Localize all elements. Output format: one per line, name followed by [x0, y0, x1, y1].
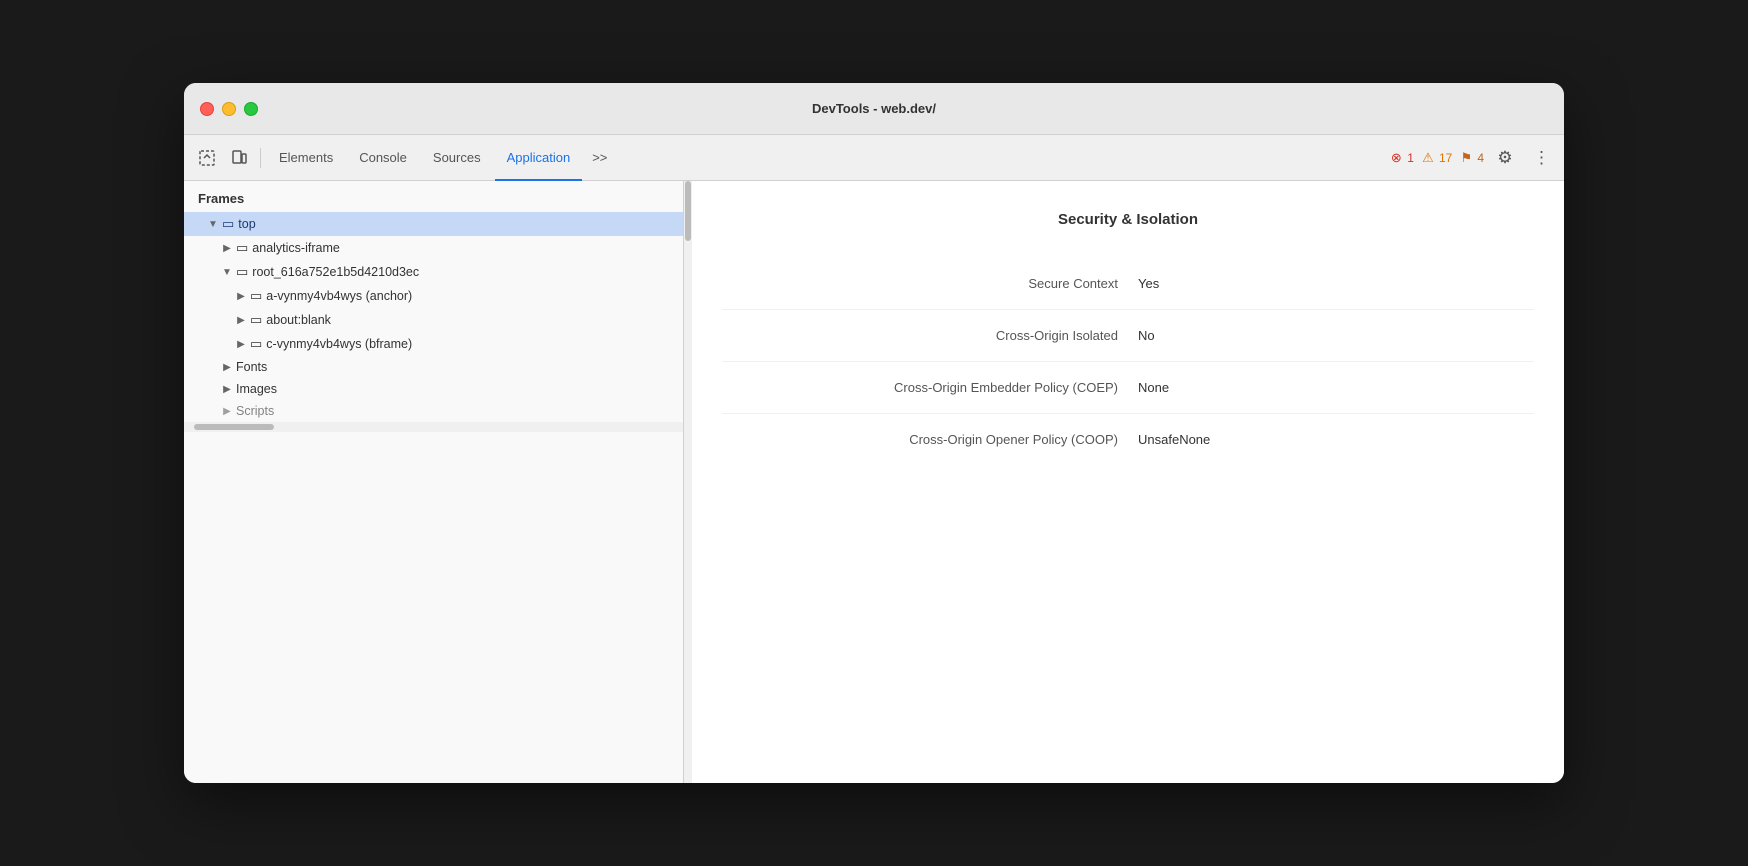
sidebar-item-about-blank[interactable]: ▶ ▭ about:blank — [184, 308, 683, 332]
sidebar-section-frames: Frames — [184, 181, 683, 212]
devtools-window: DevTools - web.dev/ Elements Console Sou… — [184, 83, 1564, 783]
arrow-right-icon: ▶ — [220, 243, 234, 254]
tab-sources[interactable]: Sources — [421, 135, 493, 181]
info-label-cross-origin-isolated: Cross-Origin Isolated — [742, 328, 1138, 343]
maximize-button[interactable] — [244, 102, 258, 116]
sidebar-item-c-vynmy4vb4wys[interactable]: ▶ ▭ c-vynmy4vb4wys (bframe) — [184, 332, 683, 356]
minimize-button[interactable] — [222, 102, 236, 116]
info-value-coop: UnsafeNone — [1138, 432, 1514, 447]
horizontal-scrollbar[interactable] — [184, 422, 683, 432]
device-toolbar-button[interactable] — [224, 143, 254, 173]
inspect-element-button[interactable] — [192, 143, 222, 173]
error-icon: ⊗ — [1388, 150, 1404, 166]
sidebar: Frames ▼ ▭ top ▶ ▭ analytics-iframe ▼ ▭ … — [184, 181, 684, 783]
info-value-coep: None — [1138, 380, 1514, 395]
settings-button[interactable]: ⚙ — [1490, 143, 1520, 173]
arrow-down-icon: ▼ — [220, 267, 234, 278]
sidebar-scrollbar[interactable] — [684, 181, 692, 783]
main-content: Security & Isolation Secure Context Yes … — [692, 181, 1564, 783]
arrow-right-icon: ▶ — [234, 339, 248, 350]
info-row-cross-origin-isolated: Cross-Origin Isolated No — [722, 310, 1534, 362]
arrow-right-icon: ▶ — [234, 291, 248, 302]
arrow-right-icon: ▶ — [220, 406, 234, 417]
sidebar-item-scripts[interactable]: ▶ Scripts — [184, 400, 683, 422]
sidebar-item-analytics-iframe[interactable]: ▶ ▭ analytics-iframe — [184, 236, 683, 260]
sidebar-item-images[interactable]: ▶ Images — [184, 378, 683, 400]
close-button[interactable] — [200, 102, 214, 116]
info-row-coep: Cross-Origin Embedder Policy (COEP) None — [722, 362, 1534, 414]
frame-icon: ▭ — [250, 288, 262, 304]
tab-elements[interactable]: Elements — [267, 135, 345, 181]
info-row-secure-context: Secure Context Yes — [722, 258, 1534, 310]
warning-icon: ⚠ — [1420, 150, 1436, 166]
sidebar-item-fonts[interactable]: ▶ Fonts — [184, 356, 683, 378]
info-value-secure-context: Yes — [1138, 276, 1514, 291]
info-badge[interactable]: ⚑ 4 — [1458, 150, 1484, 166]
frame-icon: ▭ — [250, 312, 262, 328]
tab-console[interactable]: Console — [347, 135, 419, 181]
content-area: Frames ▼ ▭ top ▶ ▭ analytics-iframe ▼ ▭ … — [184, 181, 1564, 783]
more-tabs-button[interactable]: >> — [584, 135, 615, 181]
sidebar-item-a-vynmy4vb4wys[interactable]: ▶ ▭ a-vynmy4vb4wys (anchor) — [184, 284, 683, 308]
frame-icon: ▭ — [250, 336, 262, 352]
frame-icon: ▭ — [236, 264, 248, 280]
tab-application[interactable]: Application — [495, 135, 583, 181]
info-label-secure-context: Secure Context — [742, 276, 1138, 291]
title-bar: DevTools - web.dev/ — [184, 83, 1564, 135]
arrow-right-icon: ▶ — [220, 384, 234, 395]
info-label-coop: Cross-Origin Opener Policy (COOP) — [742, 432, 1138, 447]
sidebar-item-top[interactable]: ▼ ▭ top — [184, 212, 683, 236]
sidebar-item-root[interactable]: ▼ ▭ root_616a752e1b5d4210d3ec — [184, 260, 683, 284]
frame-icon: ▭ — [236, 240, 248, 256]
info-label-coep: Cross-Origin Embedder Policy (COEP) — [742, 380, 1138, 395]
error-badge[interactable]: ⊗ 1 — [1388, 150, 1414, 166]
toolbar-divider — [260, 148, 261, 168]
frame-icon: ▭ — [222, 216, 234, 232]
traffic-lights — [200, 102, 258, 116]
arrow-right-icon: ▶ — [220, 362, 234, 373]
more-options-button[interactable]: ⋮ — [1526, 143, 1556, 173]
info-icon: ⚑ — [1458, 150, 1474, 166]
warning-badge[interactable]: ⚠ 17 — [1420, 150, 1452, 166]
info-value-cross-origin-isolated: No — [1138, 328, 1514, 343]
toolbar: Elements Console Sources Application >> … — [184, 135, 1564, 181]
toolbar-right: ⊗ 1 ⚠ 17 ⚑ 4 ⚙ ⋮ — [1388, 143, 1556, 173]
arrow-down-icon: ▼ — [206, 219, 220, 230]
info-row-coop: Cross-Origin Opener Policy (COOP) Unsafe… — [722, 414, 1534, 465]
window-title: DevTools - web.dev/ — [812, 101, 936, 116]
section-title: Security & Isolation — [722, 211, 1534, 228]
arrow-right-icon: ▶ — [234, 315, 248, 326]
